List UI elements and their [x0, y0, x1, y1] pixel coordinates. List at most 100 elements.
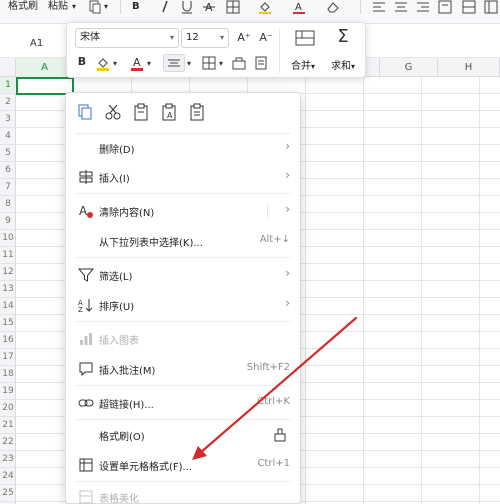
row-header[interactable]: 25	[0, 485, 16, 502]
row-header[interactable]: 13	[0, 281, 16, 298]
chevron-right-icon[interactable]: ›	[285, 202, 290, 216]
menu-item-label: 格式刷(O)	[99, 432, 145, 443]
ribbon-divider	[120, 0, 121, 14]
row-header[interactable]: 17	[0, 349, 16, 366]
paste-button[interactable]: 粘贴	[48, 0, 68, 16]
row-header[interactable]: 14	[0, 298, 16, 315]
menu-item-format-painter[interactable]: 格式刷(O)	[66, 423, 300, 447]
row-header[interactable]: 18	[0, 366, 16, 383]
link-icon	[78, 399, 94, 407]
chevron-down-icon[interactable]: ▾	[113, 57, 117, 71]
align-center-icon[interactable]	[163, 54, 185, 72]
bold-button[interactable]: B	[75, 55, 89, 69]
row-header[interactable]: 3	[0, 111, 16, 128]
menu-item-delete[interactable]: 删除(D) ›	[66, 136, 300, 160]
row-header[interactable]: 5	[0, 145, 16, 162]
paste-special-icon[interactable]	[188, 103, 206, 121]
table-style-icon[interactable]	[484, 0, 498, 14]
italic-icon[interactable]	[158, 0, 172, 14]
chevron-down-icon[interactable]: ▾	[219, 57, 223, 71]
row-header[interactable]: 4	[0, 128, 16, 145]
row-header[interactable]: 23	[0, 451, 16, 468]
row-header[interactable]: 6	[0, 162, 16, 179]
row-header[interactable]: 24	[0, 468, 16, 485]
menu-item-insert[interactable]: 插入(I) ›	[66, 165, 300, 189]
row-header[interactable]: 2	[0, 94, 16, 111]
row-header[interactable]: 21	[0, 417, 16, 434]
font-name-value: 宋体	[80, 32, 100, 43]
align-right-icon[interactable]	[416, 0, 430, 14]
sum-icon[interactable]: Σ	[333, 27, 353, 47]
row-header[interactable]: 9	[0, 213, 16, 230]
menu-item-label: 删除(D)	[99, 145, 135, 156]
row-header[interactable]: 22	[0, 434, 16, 451]
border-icon[interactable]	[201, 55, 217, 71]
fill-color-icon[interactable]	[258, 0, 272, 14]
merge-button[interactable]: 合并▾	[291, 57, 315, 72]
fill-color-icon[interactable]	[95, 55, 111, 71]
menu-separator	[76, 419, 290, 420]
copy-icon[interactable]	[88, 0, 102, 14]
menu-item-label: 插入批注(M)	[99, 366, 156, 377]
chevron-down-icon[interactable]: ▾	[187, 57, 191, 71]
menu-item-label: 从下拉列表中选择(K)...	[99, 238, 203, 249]
cell-reference-box[interactable]: A1	[30, 38, 43, 49]
increase-font-size-icon[interactable]: A⁺	[235, 31, 253, 45]
column-header-h[interactable]: H	[438, 58, 500, 77]
cut-icon[interactable]	[104, 103, 122, 121]
svg-text:A: A	[295, 2, 302, 13]
menu-item-filter[interactable]: 筛选(L) ›	[66, 263, 300, 287]
border-icon[interactable]	[226, 0, 240, 14]
row-header[interactable]: 19	[0, 383, 16, 400]
chevron-down-icon[interactable]: ▾	[147, 57, 151, 71]
menu-item-sort[interactable]: AZ 排序(U) ›	[66, 293, 300, 317]
eraser-icon[interactable]	[326, 0, 340, 14]
row-header[interactable]: 7	[0, 179, 16, 196]
font-color-icon[interactable]: A	[129, 55, 145, 71]
row-header[interactable]: 15	[0, 315, 16, 332]
row-header[interactable]: 11	[0, 247, 16, 264]
row-header[interactable]: 10	[0, 230, 16, 247]
merge-cells-icon[interactable]	[462, 0, 476, 14]
menu-item-pick-from-list[interactable]: 从下拉列表中选择(K)... Alt+↓	[66, 229, 300, 253]
paste-text-icon[interactable]: A	[160, 103, 178, 121]
menu-item-label: 表格美化	[99, 494, 139, 504]
strikethrough-icon[interactable]: A	[202, 0, 216, 14]
sum-button[interactable]: 求和▾	[331, 57, 355, 72]
decrease-font-size-icon[interactable]: A⁻	[257, 31, 275, 45]
merge-cells-icon[interactable]	[295, 29, 315, 47]
menu-item-shortcut: Ctrl+1	[257, 458, 290, 469]
font-size-select[interactable]: 12 ▾	[181, 28, 229, 48]
align-center-icon[interactable]	[394, 0, 408, 14]
menu-item-format-cells[interactable]: 设置单元格格式(F)... Ctrl+1	[66, 453, 300, 477]
paste-values-icon[interactable]	[253, 55, 269, 71]
row-header[interactable]: 12	[0, 264, 16, 281]
select-all-corner[interactable]	[0, 58, 16, 77]
menu-separator	[76, 133, 290, 134]
row-header[interactable]: 8	[0, 196, 16, 213]
row-header[interactable]: 1	[0, 77, 16, 94]
ribbon-bold-button[interactable]: B	[132, 0, 140, 16]
format-painter-button[interactable]: 格式刷	[8, 0, 38, 16]
font-color-icon[interactable]: A	[292, 0, 306, 14]
menu-item-insert-comment[interactable]: 插入批注(M) Shift+F2	[66, 357, 300, 381]
clear-contents-icon: A	[79, 204, 93, 218]
menu-item-clear-contents[interactable]: A 清除内容(N) ›	[66, 199, 300, 223]
menu-item-hyperlink[interactable]: 超链接(H)... Ctrl+K	[66, 391, 300, 415]
paste-dropdown-icon[interactable]: ▾	[72, 0, 76, 16]
paste-icon[interactable]	[132, 103, 150, 121]
underline-icon[interactable]	[180, 0, 194, 14]
wrap-text-icon[interactable]	[438, 0, 452, 14]
menu-separator	[76, 321, 290, 322]
svg-text:Z: Z	[78, 306, 83, 313]
merge-label: 合并	[291, 61, 311, 72]
font-name-select[interactable]: 宋体 ▾	[75, 28, 179, 48]
row-header[interactable]: 20	[0, 400, 16, 417]
row-header[interactable]: 16	[0, 332, 16, 349]
menu-separator	[76, 385, 290, 386]
copy-icon[interactable]	[76, 103, 94, 121]
copy-dropdown-icon[interactable]: ▾	[104, 0, 108, 16]
clear-format-icon[interactable]	[231, 55, 247, 71]
column-header-g[interactable]: G	[380, 58, 438, 77]
align-left-icon[interactable]	[372, 0, 386, 14]
